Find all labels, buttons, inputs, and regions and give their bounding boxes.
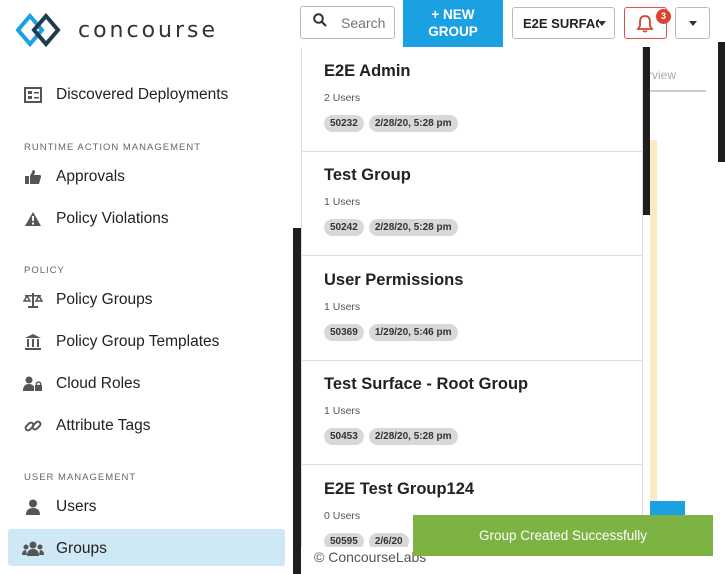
user-lock-icon — [22, 374, 44, 394]
section-heading-policy: POLICY — [24, 265, 65, 276]
sidebar-item-label: Users — [56, 498, 97, 515]
sidebar-item-groups[interactable]: Groups — [22, 537, 107, 561]
sidebar-item-policy-groups[interactable]: Policy Groups — [22, 288, 152, 312]
sidebar-item-label: Policy Group Templates — [56, 333, 220, 350]
sidebar-item-label: Policy Violations — [56, 210, 169, 227]
background-card-edge — [650, 140, 657, 530]
group-user-count: 1 Users — [324, 405, 361, 417]
group-date-chip: 2/28/20, 5:28 pm — [368, 428, 458, 445]
group-name: E2E Test Group124 — [324, 480, 475, 498]
institution-icon — [22, 332, 44, 352]
user-icon — [22, 497, 44, 517]
groups-dropdown-panel: E2E Admin 2 Users 50232 2/28/20, 5:28 pm… — [301, 47, 643, 547]
group-id-chip: 50242 — [324, 219, 364, 236]
section-heading-runtime: RUNTIME ACTION MANAGEMENT — [24, 142, 202, 153]
user-menu-button[interactable] — [675, 7, 710, 39]
chevron-down-icon — [598, 21, 606, 26]
group-date-chip: 2/28/20, 5:28 pm — [368, 115, 458, 132]
sidebar: concourse Discovered Deployments RUNTIME… — [0, 0, 293, 574]
sidebar-item-label: Cloud Roles — [56, 375, 141, 392]
group-name: User Permissions — [324, 271, 464, 289]
sidebar-item-policy-group-templates[interactable]: Policy Group Templates — [22, 330, 219, 354]
group-id-chip: 50453 — [324, 428, 364, 445]
group-id-chip: 50232 — [324, 115, 364, 132]
background-scrollbar[interactable] — [718, 42, 725, 162]
sidebar-item-users[interactable]: Users — [22, 495, 96, 519]
group-date-chip: 1/29/20, 5:46 pm — [368, 324, 458, 341]
group-user-count: 2 Users — [324, 92, 361, 104]
environment-select[interactable]: E2E SURFACE — [512, 7, 615, 39]
sidebar-item-discovered-deployments[interactable]: Discovered Deployments — [22, 83, 228, 107]
group-user-count: 1 Users — [324, 196, 361, 208]
server-icon — [22, 85, 44, 105]
sidebar-item-policy-violations[interactable]: Policy Violations — [22, 207, 169, 231]
background-button[interactable] — [650, 501, 685, 515]
sidebar-item-label: Attribute Tags — [56, 417, 151, 434]
group-list-item[interactable]: User Permissions 1 Users 50369 1/29/20, … — [302, 256, 642, 361]
group-id-chip: 50595 — [324, 533, 364, 547]
new-group-button[interactable]: + NEW GROUP — [403, 0, 503, 47]
sidebar-item-label: Approvals — [56, 168, 125, 185]
warning-icon — [22, 209, 44, 229]
environment-value: E2E SURFACE — [523, 15, 599, 31]
group-name: Test Surface - Root Group — [324, 375, 529, 393]
sidebar-item-label: Discovered Deployments — [56, 86, 229, 103]
balance-scale-icon — [22, 290, 44, 310]
link-icon — [22, 416, 44, 436]
new-group-label-line2: GROUP — [428, 24, 478, 39]
background-panel-edge — [293, 228, 301, 574]
group-name: Test Group — [324, 166, 411, 184]
sidebar-item-label: Groups — [56, 540, 107, 557]
brand-logo[interactable]: concourse — [15, 12, 219, 48]
users-icon — [22, 539, 44, 559]
group-date-chip: 2/6/20 — [368, 533, 409, 547]
group-id-chip: 50369 — [324, 324, 364, 341]
group-date-chip: 2/28/20, 5:28 pm — [368, 219, 458, 236]
thumbs-up-icon — [22, 167, 44, 187]
chevron-down-icon — [689, 21, 697, 26]
section-heading-user-management: USER MANAGEMENT — [24, 472, 137, 483]
group-list-item[interactable]: Test Group 1 Users 50242 2/28/20, 5:28 p… — [302, 151, 642, 256]
background-tab-overview[interactable]: rview — [646, 64, 706, 92]
sidebar-item-label: Policy Groups — [56, 291, 153, 308]
sidebar-item-attribute-tags[interactable]: Attribute Tags — [22, 414, 151, 438]
group-user-count: 0 Users — [324, 510, 361, 522]
concourse-logo-icon — [15, 12, 68, 48]
footer-copyright: © ConcourseLabs — [314, 549, 427, 565]
group-user-count: 1 Users — [324, 301, 361, 313]
notification-count-badge: 3 — [656, 9, 671, 24]
brand-name: concourse — [78, 17, 219, 43]
sidebar-item-approvals[interactable]: Approvals — [22, 165, 125, 189]
group-list-item[interactable]: Test Surface - Root Group 1 Users 50453 … — [302, 360, 642, 465]
search-box[interactable] — [300, 6, 395, 39]
new-group-label-line1: + NEW — [431, 7, 475, 22]
success-toast[interactable]: Group Created Successfully — [413, 515, 713, 556]
group-name: E2E Admin — [324, 62, 411, 80]
group-list-item[interactable]: E2E Admin 2 Users 50232 2/28/20, 5:28 pm — [302, 47, 642, 152]
search-icon — [313, 13, 327, 32]
dropdown-scrollbar[interactable] — [643, 47, 650, 215]
bell-icon — [636, 14, 654, 38]
search-input[interactable] — [341, 14, 391, 31]
sidebar-item-cloud-roles[interactable]: Cloud Roles — [22, 372, 140, 396]
